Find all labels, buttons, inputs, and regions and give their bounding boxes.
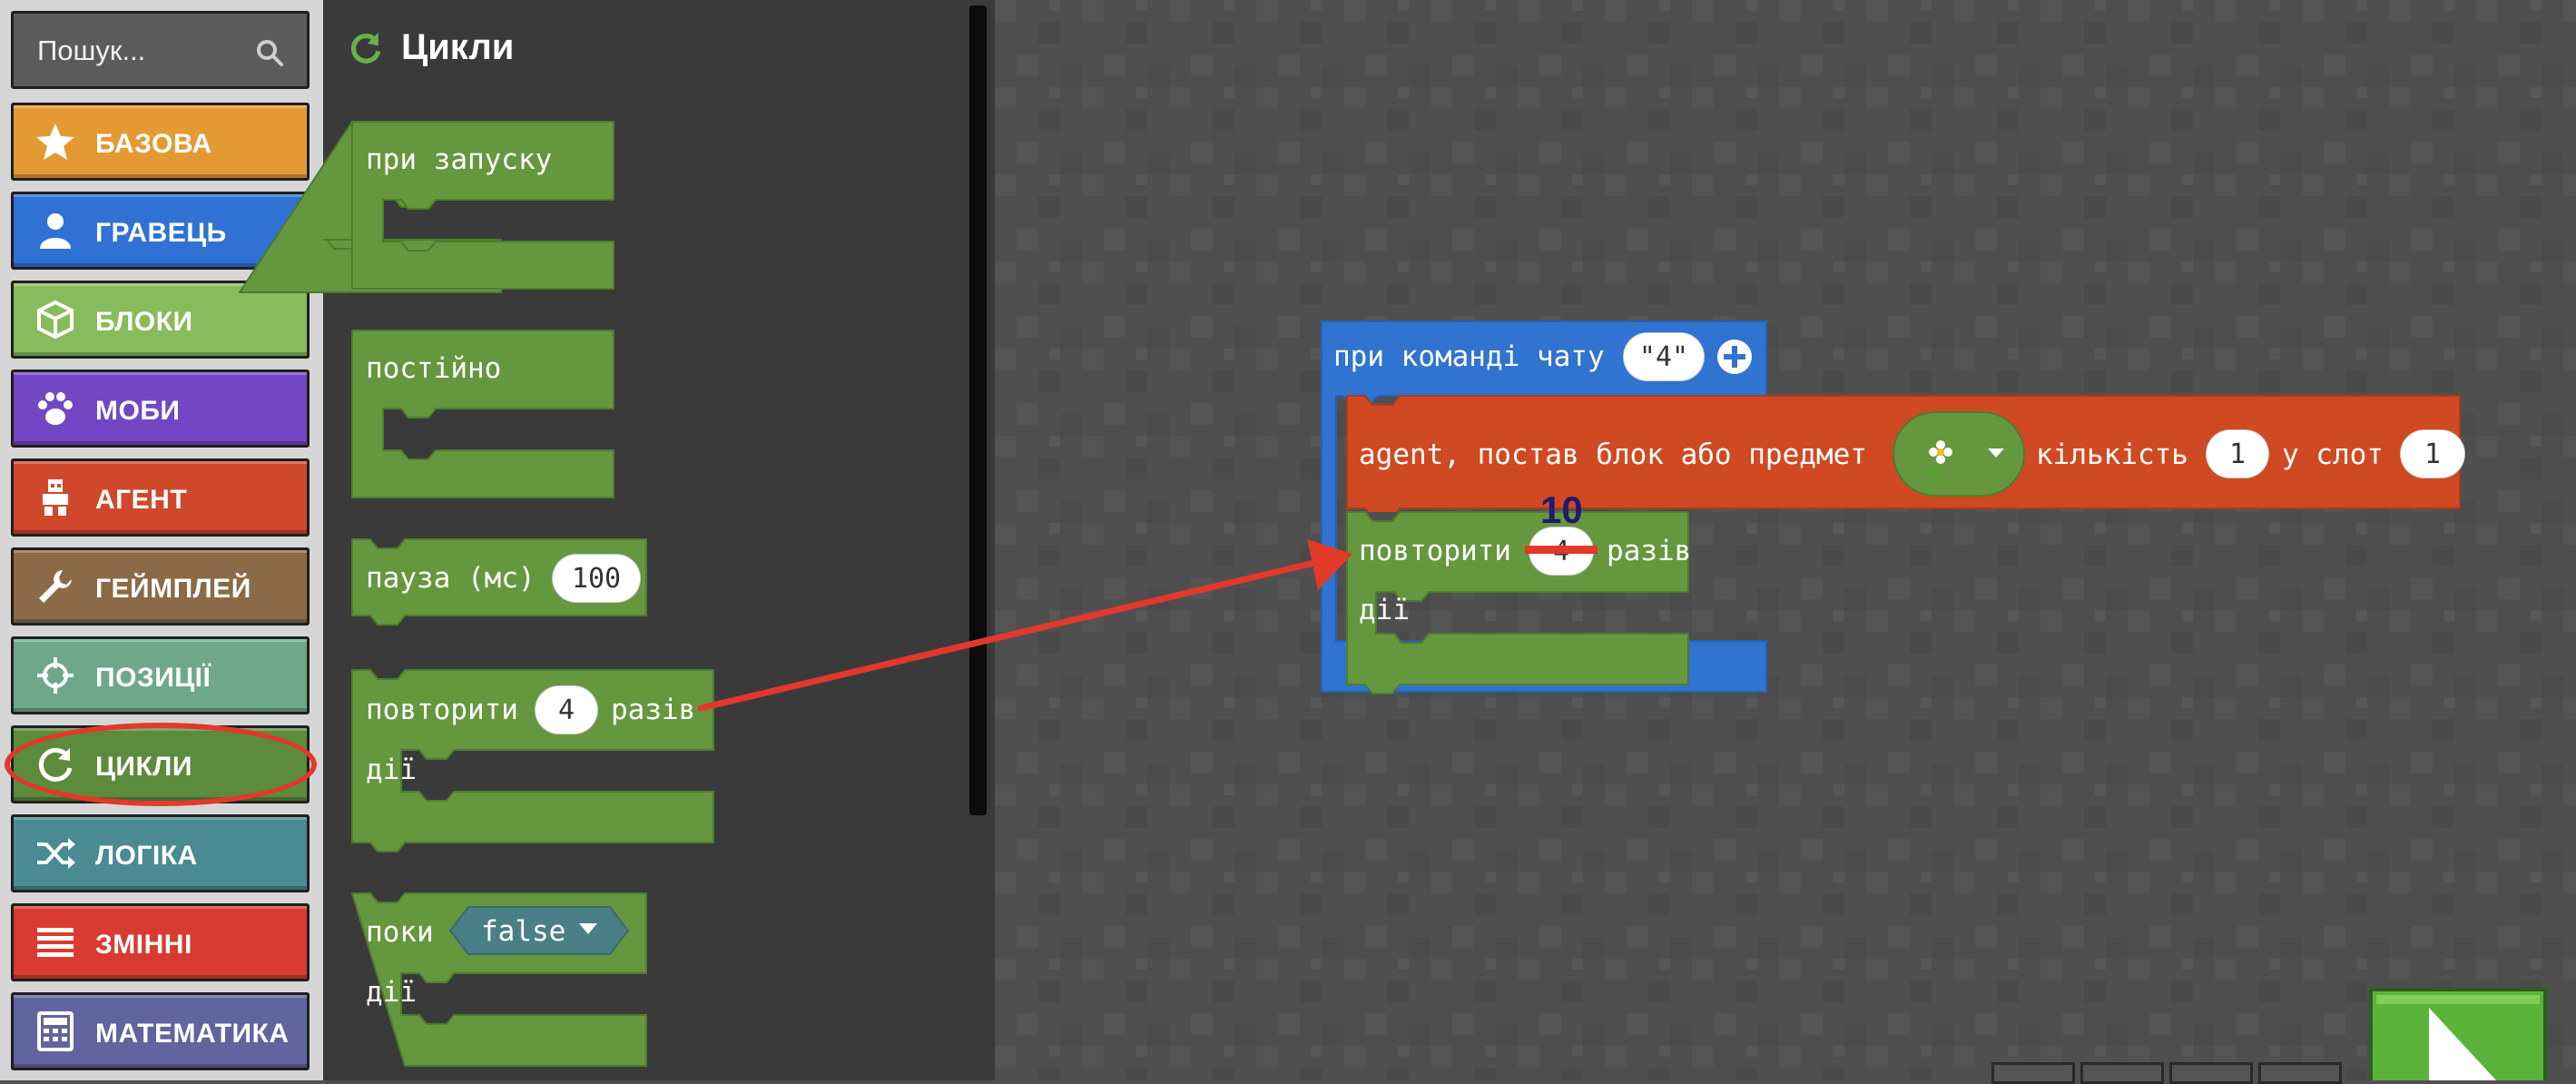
workspace-toolbar-button[interactable] [1991, 1062, 2075, 1084]
forever-label: постійно [366, 352, 502, 385]
while-condition-value[interactable]: false [481, 913, 565, 950]
strike-through-mark [1525, 546, 1598, 554]
block-workspace[interactable] [995, 0, 2576, 1080]
workspace-repeat-do-label: дії [1359, 594, 1410, 626]
count-label: кількість [2036, 439, 2188, 471]
workspace-toolbar-button[interactable] [2258, 1062, 2342, 1084]
repeat-count-input[interactable]: 4 [535, 685, 598, 734]
workspace-repeat-suffix: разів [1607, 535, 1692, 567]
run-button[interactable] [2369, 988, 2547, 1080]
count-input[interactable]: 1 [2206, 429, 2269, 478]
item-dropdown[interactable] [1892, 410, 2026, 498]
add-parameter-icon[interactable] [1716, 338, 1754, 376]
workspace-toolbar-button[interactable] [2169, 1062, 2253, 1084]
workspace-toolbar-button[interactable] [2080, 1062, 2164, 1084]
repeat-do-label: дії [366, 754, 417, 786]
pause-label: пауза (мс) [366, 562, 536, 595]
chat-command-label: при команді чату [1333, 340, 1605, 373]
slot-input[interactable]: 1 [2400, 429, 2465, 478]
dropdown-arrow-icon[interactable] [579, 923, 597, 936]
while-label: поки [366, 916, 434, 949]
on-start-label: при запуску [366, 143, 553, 176]
pause-value-input[interactable]: 100 [552, 554, 641, 603]
workspace-repeat-label: повторити [1359, 535, 1511, 567]
repeat-label: повторити [366, 694, 518, 726]
while-do-label: дії [366, 976, 417, 1009]
annotation-new-value: 10 [1540, 488, 1583, 531]
agent-place-label: agent, постав блок або предмет [1359, 439, 1867, 471]
chat-command-input[interactable]: "4" [1623, 332, 1705, 381]
slot-label: у слот [2282, 439, 2384, 471]
repeat-suffix: разів [611, 694, 696, 726]
